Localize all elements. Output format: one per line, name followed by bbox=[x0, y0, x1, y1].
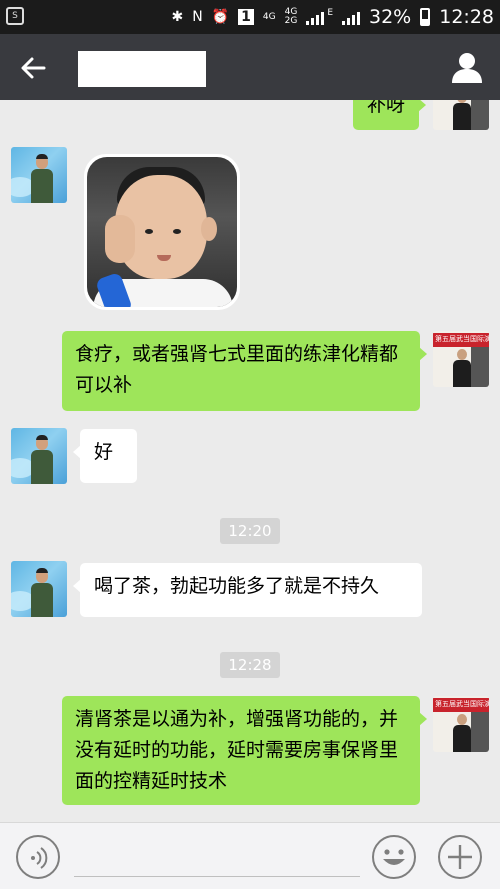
dual-network-icon: 4G 2G bbox=[284, 7, 298, 26]
emoji-button[interactable] bbox=[372, 835, 416, 879]
battery-icon bbox=[420, 8, 431, 26]
message-bubble-outgoing[interactable]: 清肾茶是以通为补，增强肾功能的，并没有延时的功能，延时需要房事保肾里面的控精延时… bbox=[62, 696, 427, 805]
child-photo bbox=[87, 157, 237, 307]
status-bar: S ✱ N ⏰ 1 4G 4G 2G E 32% 12:28 bbox=[0, 0, 500, 34]
message-bubble-incoming[interactable]: 好 bbox=[73, 429, 137, 483]
contact-avatar[interactable] bbox=[11, 561, 67, 617]
message-bubble-outgoing[interactable]: 食疗，或者强肾七式里面的练津化精都可以补 bbox=[62, 331, 427, 411]
plus-button[interactable] bbox=[438, 835, 482, 879]
battery-percentage: 32% bbox=[369, 6, 412, 28]
signal-icon bbox=[306, 9, 325, 25]
contact-avatar[interactable] bbox=[11, 147, 67, 203]
message-bubble-incoming[interactable]: 喝了茶，勃起功能多了就是不持久 bbox=[73, 563, 422, 617]
message-bubble-outgoing[interactable]: 补呀 bbox=[352, 100, 427, 130]
sim-notification-icon: S bbox=[6, 7, 24, 25]
sim-slot-icon: 1 bbox=[238, 9, 254, 25]
voice-icon bbox=[31, 847, 48, 869]
contact-avatar[interactable] bbox=[11, 428, 67, 484]
message-timestamp: 12:28 bbox=[0, 652, 500, 678]
clock: 12:28 bbox=[439, 6, 494, 28]
voice-button[interactable] bbox=[16, 835, 60, 879]
back-arrow-icon[interactable] bbox=[18, 53, 48, 83]
person-icon[interactable] bbox=[450, 50, 484, 84]
my-avatar[interactable]: 第五届武当国际演武大 bbox=[433, 696, 489, 752]
e-network-label: E bbox=[327, 8, 333, 18]
message-input[interactable] bbox=[74, 876, 360, 877]
my-avatar[interactable]: 第五届武当国际演武大 bbox=[433, 100, 489, 130]
status-icons: ✱ N ⏰ 1 4G 4G 2G E 32% 12:28 bbox=[172, 0, 495, 34]
image-message[interactable] bbox=[84, 154, 240, 310]
chat-title bbox=[78, 51, 206, 87]
chat-area[interactable]: 补呀 第五届武当国际演武大 食疗，或者强肾七式里面的练津化精都可以补 第五届武当… bbox=[0, 100, 500, 822]
message-timestamp: 12:20 bbox=[0, 518, 500, 544]
nfc-icon: N bbox=[192, 9, 203, 25]
network-4g-icon: 4G bbox=[262, 11, 276, 22]
signal-2-icon bbox=[342, 9, 360, 25]
alarm-icon: ⏰ bbox=[211, 9, 230, 25]
chat-header bbox=[0, 34, 500, 100]
plus-icon bbox=[448, 845, 472, 869]
input-bar bbox=[0, 822, 500, 889]
emoji-icon bbox=[383, 849, 405, 865]
my-avatar[interactable]: 第五届武当国际演武大 bbox=[433, 331, 489, 387]
bluetooth-icon: ✱ bbox=[171, 9, 184, 25]
